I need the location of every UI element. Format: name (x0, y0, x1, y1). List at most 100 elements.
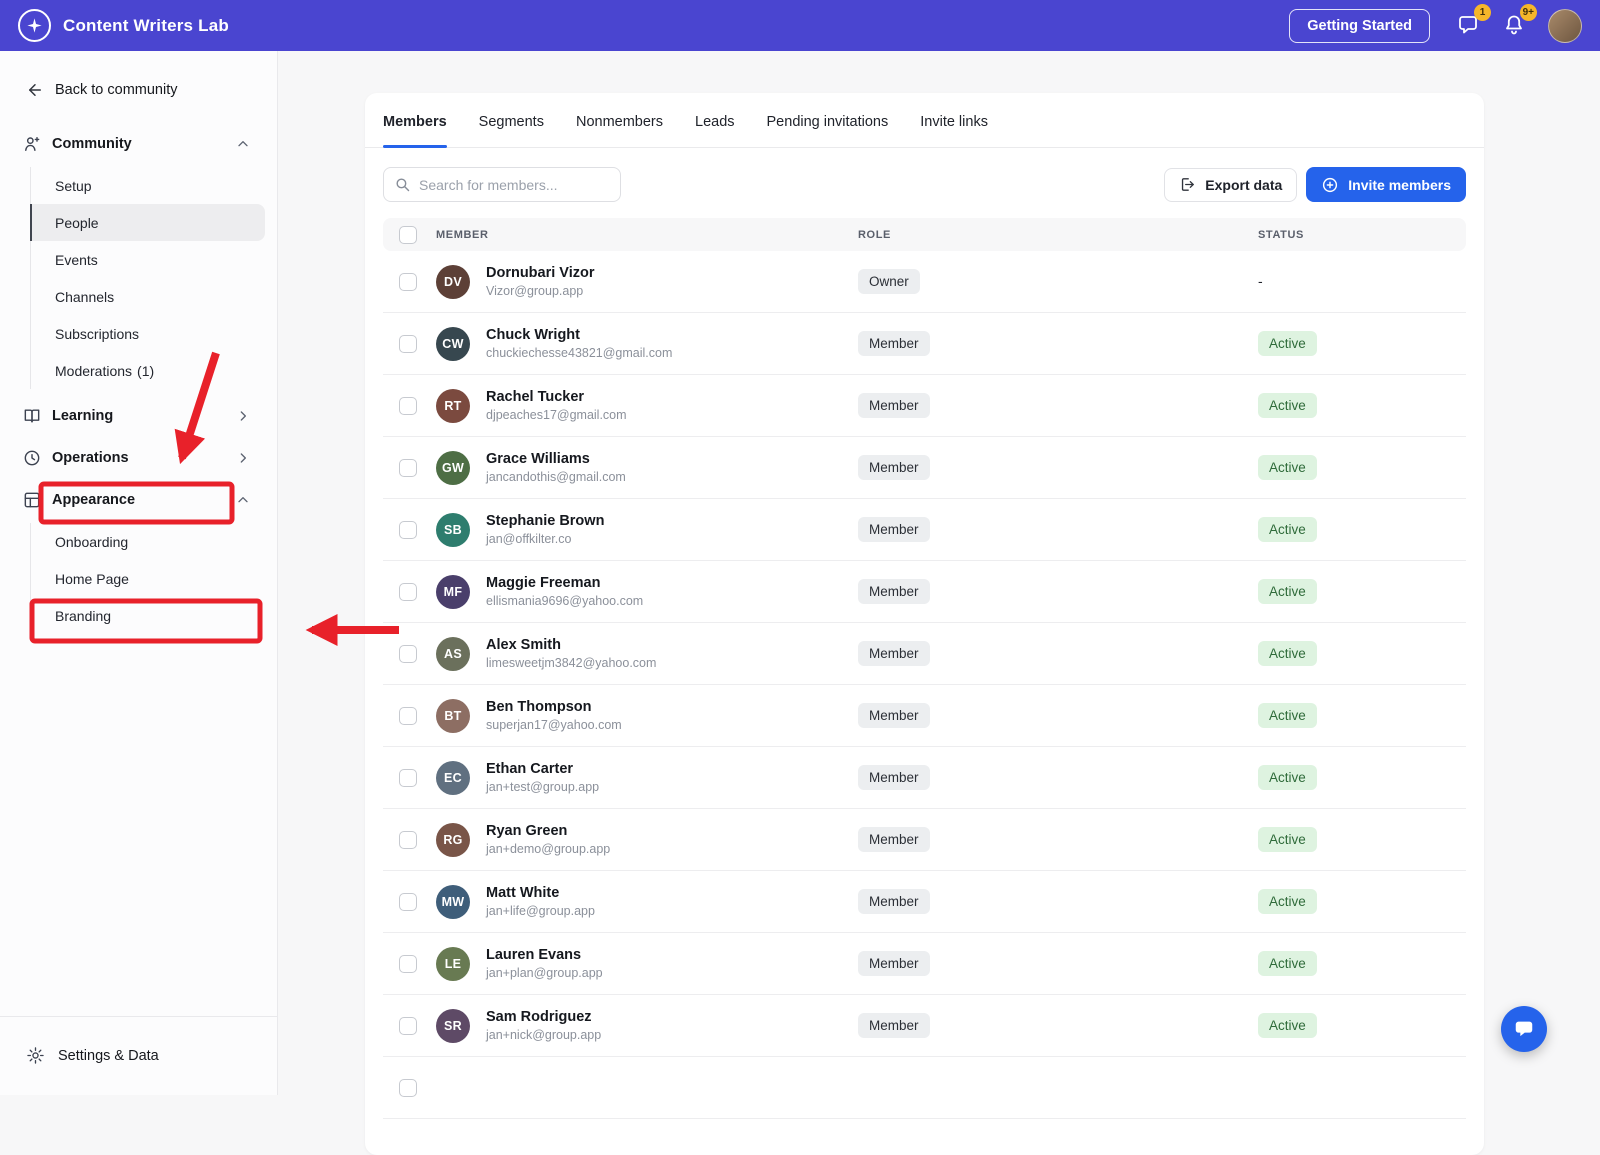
table-row: RG Ryan Green jan+demo@group.app Member … (383, 809, 1466, 871)
role-badge: Member (858, 765, 930, 790)
table-row: LE Lauren Evans jan+plan@group.app Membe… (383, 933, 1466, 995)
row-checkbox[interactable] (399, 644, 417, 663)
row-checkbox[interactable] (399, 954, 417, 973)
select-all-checkbox[interactable] (399, 225, 417, 244)
tab-leads[interactable]: Leads (695, 93, 735, 147)
user-avatar[interactable] (1548, 8, 1582, 43)
search-input[interactable] (383, 167, 621, 202)
row-checkbox[interactable] (399, 1078, 417, 1097)
role-badge: Member (858, 951, 930, 976)
member-email: jan+test@group.app (486, 780, 600, 794)
row-checkbox[interactable] (399, 582, 417, 601)
moderations-count: (1) (137, 362, 155, 379)
tab-pending-invitations[interactable]: Pending invitations (767, 93, 889, 147)
table-row: AS Alex Smith limesweetjm3842@yahoo.com … (383, 623, 1466, 685)
role-badge: Member (858, 703, 930, 728)
table-header-row: MEMBER ROLE STATUS (383, 218, 1466, 251)
channels-label: Channels (55, 288, 115, 305)
sidebar-item-setup[interactable]: Setup (31, 167, 265, 204)
sidebar-item-events[interactable]: Events (31, 241, 265, 278)
row-checkbox[interactable] (399, 520, 417, 539)
messages-button[interactable]: 1 (1456, 3, 1491, 39)
role-badge: Member (858, 641, 930, 666)
tab-nonmembers[interactable]: Nonmembers (576, 93, 663, 147)
branding-label: Branding (55, 607, 112, 624)
tab-members[interactable]: Members (383, 93, 447, 148)
row-checkbox[interactable] (399, 830, 417, 849)
chat-widget-button[interactable] (1501, 1006, 1547, 1052)
member-email: chuckiechesse43821@gmail.com (486, 346, 673, 360)
table-row: DV Dornubari Vizor Vizor@group.app Owner… (383, 251, 1466, 313)
brand-title: Content Writers Lab (63, 15, 229, 35)
subscriptions-label: Subscriptions (55, 325, 140, 342)
settings-data-link[interactable]: Settings & Data (0, 1016, 277, 1095)
notifications-button[interactable]: 9+ (1502, 3, 1537, 39)
role-badge: Member (858, 1013, 930, 1038)
sidebar-item-appearance[interactable]: Appearance (10, 479, 265, 521)
member-email: jan+life@group.app (486, 904, 595, 918)
status-badge: Active (1258, 888, 1317, 914)
member-name: Ryan Green (486, 823, 568, 839)
status-badge: Active (1258, 764, 1317, 790)
sidebar-item-people[interactable]: People (30, 204, 265, 241)
sidebar-item-channels[interactable]: Channels (31, 278, 265, 315)
row-checkbox[interactable] (399, 458, 417, 477)
operations-label: Operations (52, 450, 129, 466)
sidebar-item-learning[interactable]: Learning (10, 395, 265, 437)
table-row: BT Ben Thompson superjan17@yahoo.com Mem… (383, 685, 1466, 747)
invite-members-button[interactable]: Invite members (1306, 167, 1466, 202)
export-label: Export data (1205, 176, 1283, 193)
status-column-header: STATUS (1258, 228, 1304, 241)
community-icon (22, 134, 42, 154)
appearance-subnav: Onboarding Home Page Branding (30, 523, 265, 634)
member-name: Rachel Tucker (486, 389, 585, 405)
role-badge: Member (858, 827, 930, 852)
member-avatar: RT (436, 388, 470, 423)
member-avatar: MW (436, 884, 470, 919)
row-checkbox[interactable] (399, 272, 417, 291)
row-checkbox[interactable] (399, 706, 417, 725)
sidebar-item-moderations[interactable]: Moderations (1) (31, 352, 265, 389)
member-name: Maggie Freeman (486, 575, 601, 591)
row-checkbox[interactable] (399, 768, 417, 787)
sidebar-nav: Community Setup People Events Channels S… (0, 109, 277, 640)
table-row: MF Maggie Freeman ellismania9696@yahoo.c… (383, 561, 1466, 623)
appearance-icon (22, 490, 42, 510)
row-checkbox[interactable] (399, 1016, 417, 1035)
row-checkbox[interactable] (399, 396, 417, 415)
member-name: Ben Thompson (486, 699, 592, 715)
member-email: limesweetjm3842@yahoo.com (486, 656, 657, 670)
sidebar-item-subscriptions[interactable]: Subscriptions (31, 315, 265, 352)
search-icon (394, 176, 411, 193)
table-row: RT Rachel Tucker djpeaches17@gmail.com M… (383, 375, 1466, 437)
status-badge: Active (1258, 578, 1317, 604)
row-checkbox[interactable] (399, 892, 417, 911)
export-data-button[interactable]: Export data (1164, 167, 1298, 202)
table-row: MW Matt White jan+life@group.app Member … (383, 871, 1466, 933)
invite-label: Invite members (1348, 176, 1451, 193)
back-to-community-link[interactable]: Back to community (0, 51, 277, 109)
table-row: GW Grace Williams jancandothis@gmail.com… (383, 437, 1466, 499)
app-logo[interactable] (18, 9, 51, 42)
chevron-right-icon (235, 450, 251, 466)
row-checkbox[interactable] (399, 334, 417, 353)
getting-started-button[interactable]: Getting Started (1289, 8, 1430, 43)
table-row: SR Sam Rodriguez jan+nick@group.app Memb… (383, 995, 1466, 1057)
settings-label: Settings & Data (58, 1048, 159, 1064)
onboarding-label: Onboarding (55, 533, 129, 550)
sidebar-item-branding[interactable]: Branding (31, 597, 265, 634)
status-badge: Active (1258, 392, 1317, 418)
sidebar-item-operations[interactable]: Operations (10, 437, 265, 479)
member-name: Matt White (486, 885, 560, 901)
tab-invite-links[interactable]: Invite links (920, 93, 988, 147)
community-label: Community (52, 136, 132, 152)
tab-segments[interactable]: Segments (479, 93, 544, 147)
member-email: djpeaches17@gmail.com (486, 408, 627, 422)
table-row: SB Stephanie Brown jan@offkilter.co Memb… (383, 499, 1466, 561)
members-toolbar: Export data Invite members (383, 167, 1466, 202)
sidebar-item-home-page[interactable]: Home Page (31, 560, 265, 597)
chevron-up-icon (235, 492, 251, 508)
community-subnav: Setup People Events Channels Subscriptio… (30, 167, 265, 389)
sidebar-item-onboarding[interactable]: Onboarding (31, 523, 265, 560)
sidebar-item-community[interactable]: Community (10, 123, 265, 165)
